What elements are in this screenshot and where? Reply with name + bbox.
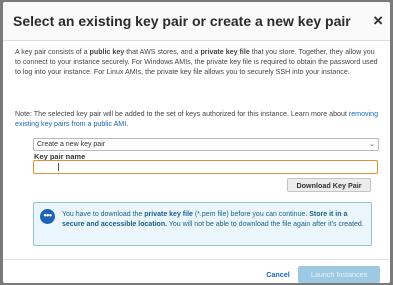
key-pair-name-input[interactable] bbox=[33, 160, 378, 174]
intro-text: A key pair consists of a bbox=[15, 48, 90, 56]
select-value: Create a new key pair bbox=[37, 141, 106, 148]
dialog-header: Select an existing key pair or create a … bbox=[3, 2, 390, 41]
note-paragraph: Note: The selected key pair will be adde… bbox=[15, 109, 381, 129]
footer-divider bbox=[3, 259, 390, 260]
intro-bold-public-key: public key bbox=[89, 48, 125, 56]
info-text: You have to download the private key fil… bbox=[62, 210, 367, 230]
key-pair-dialog: Select an existing key pair or create a … bbox=[3, 2, 390, 283]
intro-text: that AWS stores, and a bbox=[124, 48, 201, 56]
intro-bold-private-key: private key file bbox=[200, 48, 250, 56]
chat-bubble-icon: ••• bbox=[40, 209, 55, 224]
chevron-down-icon: ⌄ bbox=[369, 141, 375, 148]
note-end: . bbox=[126, 120, 129, 129]
info-text-part: (*.pem file) before you can continue. bbox=[192, 211, 310, 218]
dialog-title: Select an existing key pair or create a … bbox=[13, 13, 351, 29]
note-text: Note: The selected key pair will be adde… bbox=[15, 110, 349, 118]
cancel-button[interactable]: Cancel bbox=[261, 268, 295, 282]
text-cursor bbox=[58, 163, 59, 171]
info-text-part: You have to download the bbox=[62, 211, 145, 218]
key-pair-select[interactable]: Create a new key pair ⌄ bbox=[33, 138, 379, 151]
info-text-part: You will not be able to download the fil… bbox=[167, 221, 364, 229]
launch-instances-button[interactable]: Launch Instances bbox=[298, 266, 380, 283]
info-alert: ••• You have to download the private key… bbox=[33, 202, 372, 246]
intro-paragraph: A key pair consists of a public key that… bbox=[15, 47, 381, 78]
info-bold-private-key: private key file bbox=[144, 211, 193, 218]
close-icon[interactable]: × bbox=[373, 11, 383, 31]
download-key-pair-button[interactable]: Download Key Pair bbox=[287, 178, 371, 192]
